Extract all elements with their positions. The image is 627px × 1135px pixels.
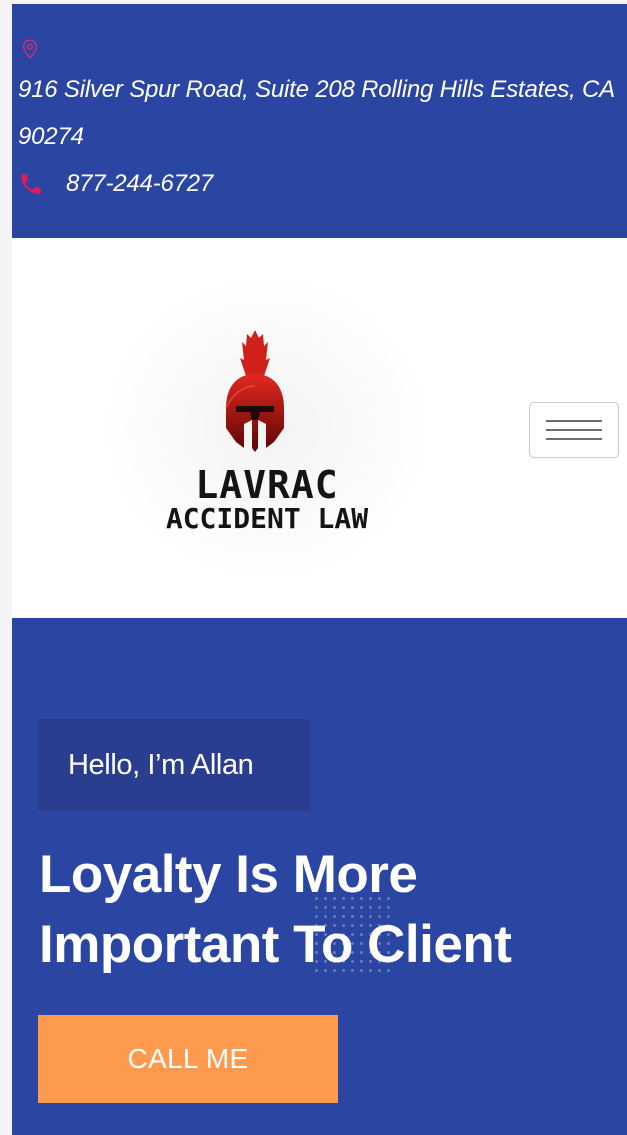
hamburger-menu-button[interactable] (529, 402, 619, 458)
hamburger-line (546, 438, 602, 440)
greeting-text: Hello, I’m Allan (68, 748, 254, 781)
hero-section: Hello, I’m Allan Loyalty Is More Importa… (12, 618, 627, 1135)
site-header: LAVRAC ACCIDENT LAW (12, 238, 627, 618)
map-marker-icon (22, 39, 38, 59)
hamburger-menu-icon (546, 420, 602, 422)
logo-wordmark-top: LAVRAC (195, 463, 339, 507)
phone-number[interactable]: 877-244-6727 (66, 170, 213, 198)
site-logo[interactable]: LAVRAC ACCIDENT LAW (107, 278, 427, 578)
hero-headline: Loyalty Is More Important To Client (39, 845, 512, 974)
address-text: 916 Silver Spur Road, Suite 208 Rolling … (18, 76, 615, 150)
greeting-box: Hello, I’m Allan (38, 719, 310, 811)
logo-wordmark-bottom: ACCIDENT LAW (165, 502, 369, 535)
spartan-helmet-icon (225, 330, 284, 452)
phone-icon (21, 174, 41, 194)
call-me-button[interactable]: CALL ME (38, 1015, 338, 1103)
page: 916 Silver Spur Road, Suite 208 Rolling … (12, 4, 627, 1135)
phone-link[interactable]: 877-244-6727 (18, 164, 213, 204)
hamburger-line (546, 429, 602, 431)
contact-bar: 916 Silver Spur Road, Suite 208 Rolling … (12, 4, 627, 238)
